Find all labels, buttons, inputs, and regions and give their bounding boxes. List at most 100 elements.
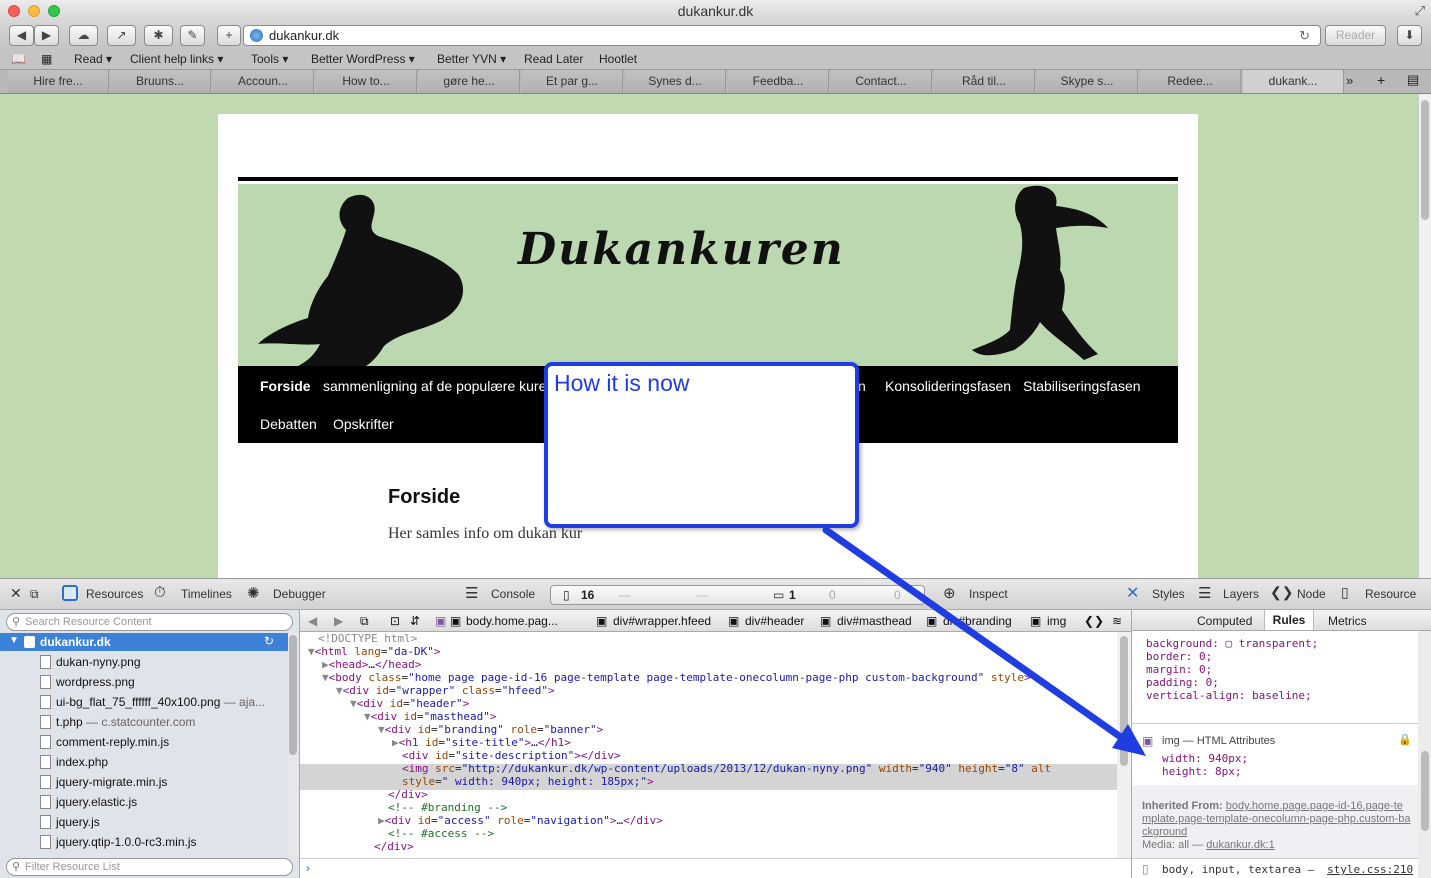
bookmark-client-help-links[interactable]: Client help links ▾ — [130, 49, 223, 69]
tab-overview-icon[interactable]: ▤ — [1407, 72, 1419, 88]
tab-item[interactable]: How to... — [316, 70, 417, 93]
new-tab-plus-icon[interactable]: + — [1377, 72, 1385, 88]
nav-item-debatten[interactable]: Debatten — [260, 416, 317, 432]
zoom-window-button[interactable] — [48, 5, 60, 17]
resource-item[interactable]: jquery-migrate.min.js — [56, 775, 167, 789]
more-tabs-icon[interactable]: » — [1346, 73, 1353, 88]
stylesheet-link[interactable]: style.css:210 — [1327, 863, 1413, 876]
dom-scrollbar-thumb[interactable] — [1120, 636, 1128, 766]
tab-item[interactable]: gøre he... — [419, 70, 520, 93]
page-scrollbar[interactable] — [1418, 94, 1431, 578]
console-prompt[interactable]: › — [300, 858, 1131, 878]
bookmark-tools[interactable]: Tools ▾ — [251, 49, 288, 69]
resource-item[interactable]: index.php — [56, 755, 108, 769]
close-window-button[interactable] — [8, 5, 20, 17]
downloads-button[interactable]: ⬇ — [1397, 25, 1422, 46]
tab-console[interactable]: Console — [491, 587, 535, 601]
forward-button[interactable]: ▶ — [34, 25, 59, 46]
undock-icon[interactable]: ⧉ — [30, 587, 39, 602]
rule-declarations[interactable]: background: ▢ transparent; border: 0; ma… — [1146, 637, 1318, 702]
forward-arrow-icon[interactable]: ▶ — [334, 610, 343, 632]
styles-scrollbar[interactable] — [1418, 631, 1431, 878]
settings-button[interactable]: ✎ — [180, 25, 205, 46]
tab-item[interactable]: Feedba... — [728, 70, 829, 93]
nav-item-sammenligning[interactable]: sammenligning af de populære kure — [323, 378, 546, 394]
share-button[interactable]: ↗ — [107, 25, 136, 46]
sidebar-scrollbar[interactable] — [288, 633, 298, 855]
close-devtools-icon[interactable]: ✕ — [10, 585, 22, 602]
scrollbar-thumb[interactable] — [1421, 100, 1429, 220]
sort-arrows-icon[interactable]: ⇵ — [410, 610, 420, 632]
back-arrow-icon[interactable]: ◀ — [308, 610, 317, 632]
dom-view-icon[interactable]: ⊡ — [390, 610, 400, 632]
bookmark-read-later[interactable]: Read Later — [524, 49, 583, 69]
tab-timelines[interactable]: Timelines — [181, 587, 232, 601]
back-button[interactable]: ◀ — [9, 25, 34, 46]
tab-item[interactable]: Et par g... — [522, 70, 623, 93]
nav-item-stabiliseringsfasen[interactable]: Stabiliseringsfasen — [1023, 378, 1141, 394]
tab-item[interactable]: Redee... — [1140, 70, 1241, 93]
resource-item[interactable]: t.php — c.statcounter.com — [56, 715, 195, 729]
resource-item[interactable]: jquery.qtip-1.0.0-rc3.min.js — [56, 835, 197, 849]
extension-button[interactable]: ✱ — [144, 25, 173, 46]
top-sites-icon[interactable]: ▦ — [41, 49, 52, 69]
tab-item[interactable]: Synes d... — [625, 70, 726, 93]
nav-item-opskrifter[interactable]: Opskrifter — [333, 416, 394, 432]
resource-item[interactable]: wordpress.png — [56, 675, 135, 689]
reading-list-icon[interactable]: 📖 — [11, 49, 26, 69]
resource-item[interactable]: jquery.elastic.js — [56, 795, 137, 809]
tab-resources[interactable]: Resources — [86, 587, 143, 601]
tab-rules[interactable]: Rules — [1264, 610, 1314, 630]
site-row-selected[interactable]: ▼ dukankur.dk ↻ — [0, 633, 288, 651]
breadcrumb-body[interactable]: body.home.pag... — [466, 610, 558, 632]
code-brackets-icon[interactable]: ❮❯ — [1084, 610, 1104, 632]
icloud-button[interactable]: ☁ — [69, 25, 98, 46]
tab-styles[interactable]: Styles — [1152, 587, 1185, 601]
fullscreen-icon[interactable]: ⤢ — [1415, 0, 1425, 22]
media-source-link[interactable]: dukankur.dk:1 — [1206, 839, 1275, 851]
new-tab-button[interactable]: + — [217, 25, 241, 46]
breadcrumb-img[interactable]: img — [1047, 610, 1066, 632]
bookmark-read[interactable]: Read ▾ — [74, 49, 112, 69]
tab-item[interactable]: Bruuns... — [110, 70, 211, 93]
filter-resource-field[interactable]: ⚲ Filter Resource List — [6, 858, 293, 876]
reload-icon[interactable]: ↻ — [1299, 26, 1310, 45]
nav-item-forside[interactable]: Forside — [260, 378, 311, 394]
tab-debugger[interactable]: Debugger — [273, 587, 326, 601]
tab-item[interactable]: Contact... — [831, 70, 932, 93]
tab-item-active[interactable]: dukank... — [1243, 70, 1344, 93]
breadcrumb-wrapper[interactable]: div#wrapper.hfeed — [613, 610, 711, 632]
wifi-icon[interactable]: ≋ — [1112, 610, 1122, 632]
resource-item[interactable]: jquery.js — [56, 815, 100, 829]
breadcrumb-masthead[interactable]: div#masthead — [837, 610, 912, 632]
tab-computed[interactable]: Computed — [1197, 614, 1252, 628]
tab-item[interactable]: Skype s... — [1037, 70, 1138, 93]
nav-item-konsolideringsfasen[interactable]: Konsolideringsfasen — [885, 378, 1011, 394]
inspect-button[interactable]: Inspect — [969, 587, 1008, 601]
resource-item[interactable]: ui-bg_flat_75_ffffff_40x100.png — aja... — [56, 695, 265, 709]
tab-metrics[interactable]: Metrics — [1328, 614, 1367, 628]
styles-scrollbar-thumb[interactable] — [1421, 751, 1429, 831]
bookmark-better-wordpress[interactable]: Better WordPress ▾ — [311, 49, 415, 69]
sidebar-scrollbar-thumb[interactable] — [289, 635, 297, 755]
document-type-icon[interactable]: ⧉ — [360, 610, 369, 632]
resource-item[interactable]: comment-reply.min.js — [56, 735, 169, 749]
tab-node[interactable]: Node — [1297, 587, 1326, 601]
dom-source[interactable]: <!DOCTYPE html> ▼<html lang="da-DK"> ▶<h… — [300, 632, 1117, 858]
breadcrumb-header[interactable]: div#header — [745, 610, 804, 632]
search-resource-field[interactable]: ⚲ Search Resource Content — [6, 613, 293, 631]
resource-item[interactable]: dukan-nyny.png — [56, 655, 141, 669]
bookmark-better-yvn[interactable]: Better YVN ▾ — [437, 49, 506, 69]
tab-item[interactable]: Råd til... — [934, 70, 1035, 93]
nav-item-partial[interactable]: n — [858, 378, 866, 394]
reader-button[interactable]: Reader — [1325, 25, 1386, 46]
minimize-window-button[interactable] — [28, 5, 40, 17]
tab-item[interactable]: Accoun... — [213, 70, 314, 93]
breadcrumb-branding[interactable]: div#branding — [943, 610, 1012, 632]
address-bar[interactable]: dukankur.dk ↻ — [243, 25, 1321, 46]
tab-resource[interactable]: Resource — [1365, 587, 1416, 601]
tab-item[interactable]: Hire fre... — [8, 70, 109, 93]
tab-layers[interactable]: Layers — [1223, 587, 1259, 601]
reload-resource-icon[interactable]: ↻ — [264, 634, 274, 648]
dom-scrollbar[interactable] — [1117, 632, 1131, 858]
